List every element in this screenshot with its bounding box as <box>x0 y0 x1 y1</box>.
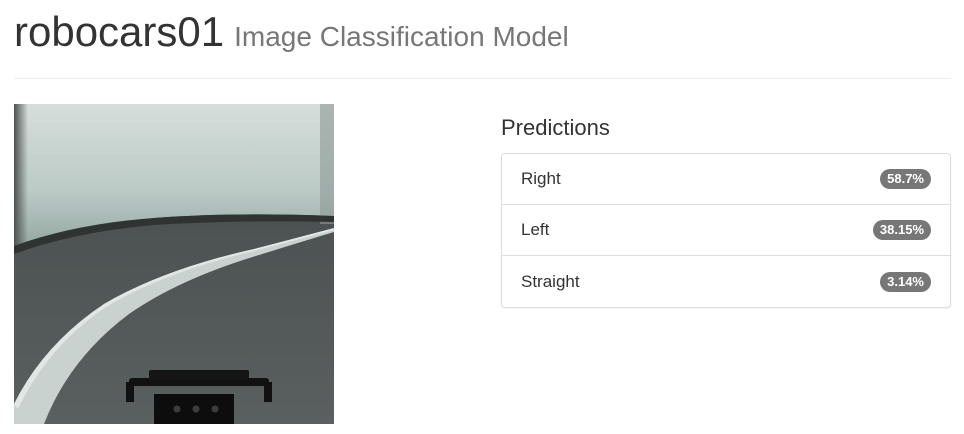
prediction-row-right: Right 58.7% <box>502 154 950 205</box>
prediction-probability-badge: 3.14% <box>880 271 931 292</box>
page-title: robocars01 Image Classification Model <box>14 6 569 63</box>
prediction-probability-badge: 58.7% <box>880 169 931 189</box>
page-title-text: robocars01 <box>14 8 225 55</box>
predictions-list: Right 58.7% Left 38.15% Straight 3.14% <box>501 153 951 308</box>
prediction-row-straight: Straight 3.14% <box>502 256 950 307</box>
prediction-label: Right <box>521 169 561 188</box>
prediction-probability-badge: 38.15% <box>872 220 931 240</box>
prediction-label: Straight <box>521 271 580 291</box>
predictions-heading: Predictions <box>501 115 610 140</box>
page-subtitle: Image Classification Model <box>234 21 569 52</box>
camera-feed-image <box>14 104 334 424</box>
prediction-label: Left <box>521 220 550 239</box>
page-header: robocars01 Image Classification Model <box>14 6 951 79</box>
prediction-row-left: Left 38.15% <box>502 205 950 256</box>
